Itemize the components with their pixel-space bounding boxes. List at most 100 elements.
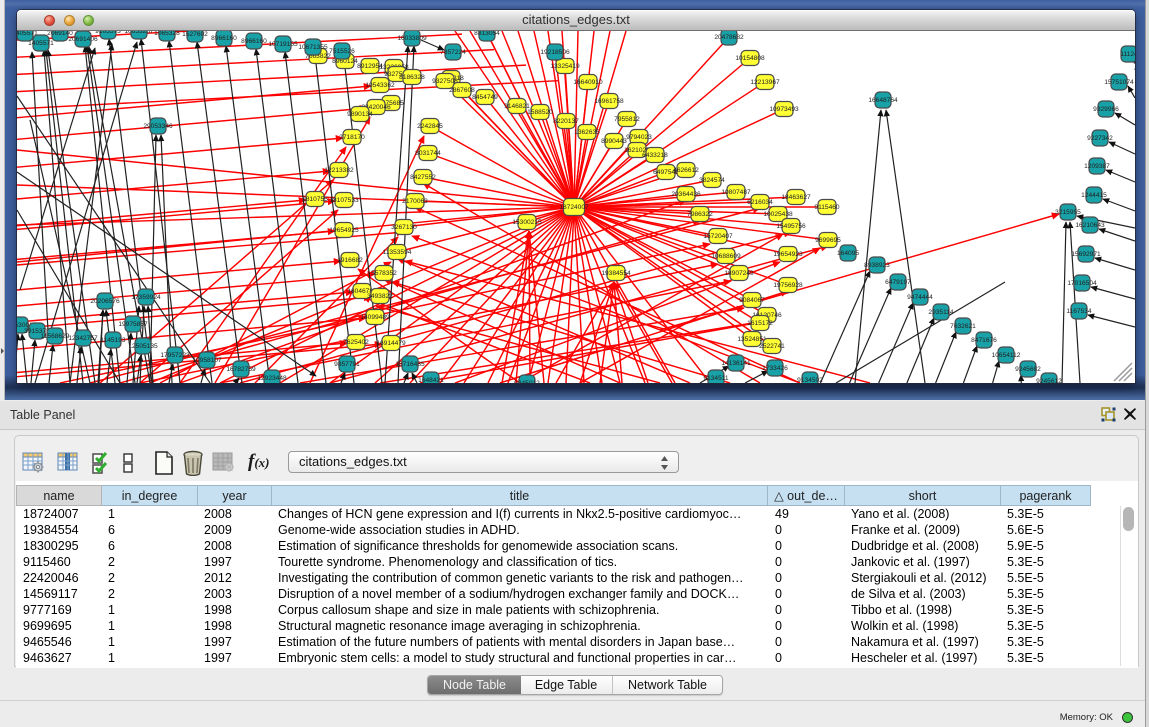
svg-text:12505135: 12505135 — [128, 343, 158, 350]
svg-text:5578352: 5578352 — [371, 270, 397, 277]
svg-text:10543362: 10543362 — [365, 82, 395, 89]
svg-text:9245682: 9245682 — [1015, 366, 1041, 373]
svg-text:1810755: 1810755 — [302, 196, 328, 203]
svg-text:9134502: 9134502 — [797, 377, 823, 383]
svg-text:9115460: 9115460 — [814, 204, 840, 211]
svg-text:8454749: 8454749 — [472, 94, 498, 101]
svg-text:19218506: 19218506 — [540, 49, 570, 56]
svg-text:19384554: 19384554 — [601, 270, 631, 277]
svg-text:2170063: 2170063 — [402, 198, 428, 205]
svg-text:14099489: 14099489 — [360, 314, 390, 321]
svg-text:9857791: 9857791 — [334, 361, 360, 368]
svg-text:12342757: 12342757 — [68, 335, 98, 342]
svg-text:19975857: 19975857 — [118, 321, 148, 328]
svg-text:3493822: 3493822 — [367, 293, 393, 300]
svg-text:8220137: 8220137 — [553, 118, 579, 125]
svg-text:7857224: 7857224 — [440, 49, 466, 56]
svg-text:15751074: 15751074 — [1104, 79, 1134, 86]
svg-text:20364436: 20364436 — [671, 191, 701, 198]
svg-text:8813054: 8813054 — [474, 31, 500, 37]
svg-text:1733426: 1733426 — [762, 365, 788, 372]
svg-text:8186328: 8186328 — [399, 74, 425, 81]
svg-text:10653287: 10653287 — [124, 31, 154, 35]
svg-text:9134511: 9134511 — [703, 375, 729, 382]
svg-text:2522741: 2522741 — [759, 343, 785, 350]
svg-text:16210643: 16210643 — [1075, 222, 1105, 229]
svg-text:9794023: 9794023 — [626, 134, 652, 141]
svg-text:1145193: 1145193 — [100, 337, 126, 344]
svg-text:2935114: 2935114 — [928, 309, 954, 316]
svg-text:16782759: 16782759 — [226, 366, 256, 373]
svg-text:17016504: 17016504 — [1067, 280, 1097, 287]
svg-text:9474444: 9474444 — [907, 294, 933, 301]
svg-text:3267130: 3267130 — [391, 224, 417, 231]
svg-text:18724007: 18724007 — [559, 204, 589, 211]
svg-text:16914479: 16914479 — [376, 340, 406, 347]
svg-text:10807487: 10807487 — [721, 189, 751, 196]
svg-text:14136141: 14136141 — [721, 360, 751, 367]
svg-text:19654923: 19654923 — [773, 251, 803, 258]
svg-text:13325419: 13325419 — [550, 63, 580, 70]
svg-text:8966160: 8966160 — [241, 38, 267, 45]
svg-text:1527602: 1527602 — [182, 31, 208, 38]
svg-text:7986322: 7986322 — [687, 211, 713, 218]
svg-text:1648421: 1648421 — [418, 377, 444, 383]
svg-text:1615172: 1615172 — [747, 320, 773, 327]
svg-text:18107533: 18107533 — [329, 197, 359, 204]
svg-text:10654112: 10654112 — [992, 352, 1021, 359]
svg-text:19654925: 19654925 — [329, 227, 359, 234]
svg-text:15692971: 15692971 — [1071, 251, 1101, 258]
svg-text:17957223: 17957223 — [160, 352, 190, 359]
svg-text:8966160: 8966160 — [211, 35, 237, 42]
svg-text:1405571: 1405571 — [28, 40, 54, 47]
svg-text:8031744: 8031744 — [415, 150, 441, 157]
svg-text:15300215: 15300215 — [512, 219, 542, 226]
svg-text:6479197: 6479197 — [885, 279, 911, 286]
svg-text:1167534: 1167534 — [1066, 308, 1092, 315]
svg-text:3824574: 3824574 — [699, 177, 725, 184]
svg-text:12213382: 12213382 — [324, 167, 354, 174]
svg-text:8471676: 8471676 — [971, 337, 997, 344]
svg-text:9084067: 9084067 — [739, 297, 765, 304]
svg-text:20691406: 20691406 — [68, 36, 98, 43]
svg-text:7955812: 7955812 — [614, 116, 640, 123]
svg-text:19756928: 19756928 — [773, 282, 803, 289]
svg-text:18907249: 18907249 — [724, 270, 754, 277]
svg-text:10154808: 10154808 — [735, 55, 765, 62]
svg-text:16961758: 16961758 — [594, 98, 624, 105]
svg-text:18463627: 18463627 — [781, 194, 811, 201]
svg-text:12923448: 12923448 — [257, 375, 287, 382]
svg-text:29053346: 29053346 — [143, 123, 173, 130]
svg-text:15720407: 15720407 — [703, 233, 733, 240]
svg-text:1362635: 1362635 — [574, 129, 600, 136]
svg-text:17359924: 17359924 — [131, 294, 161, 301]
svg-text:1244415: 1244415 — [1081, 192, 1107, 199]
svg-text:11353594: 11353594 — [383, 249, 412, 256]
svg-text:2867608: 2867608 — [449, 87, 475, 94]
svg-text:9329966: 9329966 — [1093, 106, 1119, 113]
svg-text:8427552: 8427552 — [410, 174, 436, 181]
svg-text:10025438: 10025438 — [763, 211, 793, 218]
svg-text:6433218: 6433218 — [642, 152, 668, 159]
svg-text:7625402: 7625402 — [343, 339, 369, 346]
svg-text:13716485: 13716485 — [395, 361, 425, 368]
svg-text:1588520: 1588520 — [527, 109, 553, 116]
svg-text:10973493: 10973493 — [769, 106, 799, 113]
svg-text:1916682: 1916682 — [337, 257, 363, 264]
svg-text:3215955: 3215955 — [1055, 209, 1081, 216]
svg-text:12213967: 12213967 — [750, 79, 780, 86]
svg-text:16033809: 16033809 — [397, 35, 427, 42]
svg-text:20206576: 20206576 — [90, 298, 120, 305]
svg-text:10671355: 10671355 — [298, 44, 328, 51]
svg-text:1065328: 1065328 — [154, 31, 180, 37]
svg-text:9890134: 9890134 — [347, 111, 373, 118]
svg-text:8990443: 8990443 — [601, 138, 627, 145]
svg-text:2242845: 2242845 — [417, 123, 443, 130]
svg-text:4626612: 4626612 — [673, 167, 699, 174]
svg-text:11124: 11124 — [1120, 51, 1135, 58]
svg-text:9699695: 9699695 — [815, 237, 841, 244]
svg-text:164095: 164095 — [837, 250, 859, 257]
svg-text:10688609: 10688609 — [711, 253, 741, 260]
svg-text:1209387: 1209387 — [1084, 163, 1110, 170]
svg-text:6216034: 6216034 — [747, 199, 773, 206]
